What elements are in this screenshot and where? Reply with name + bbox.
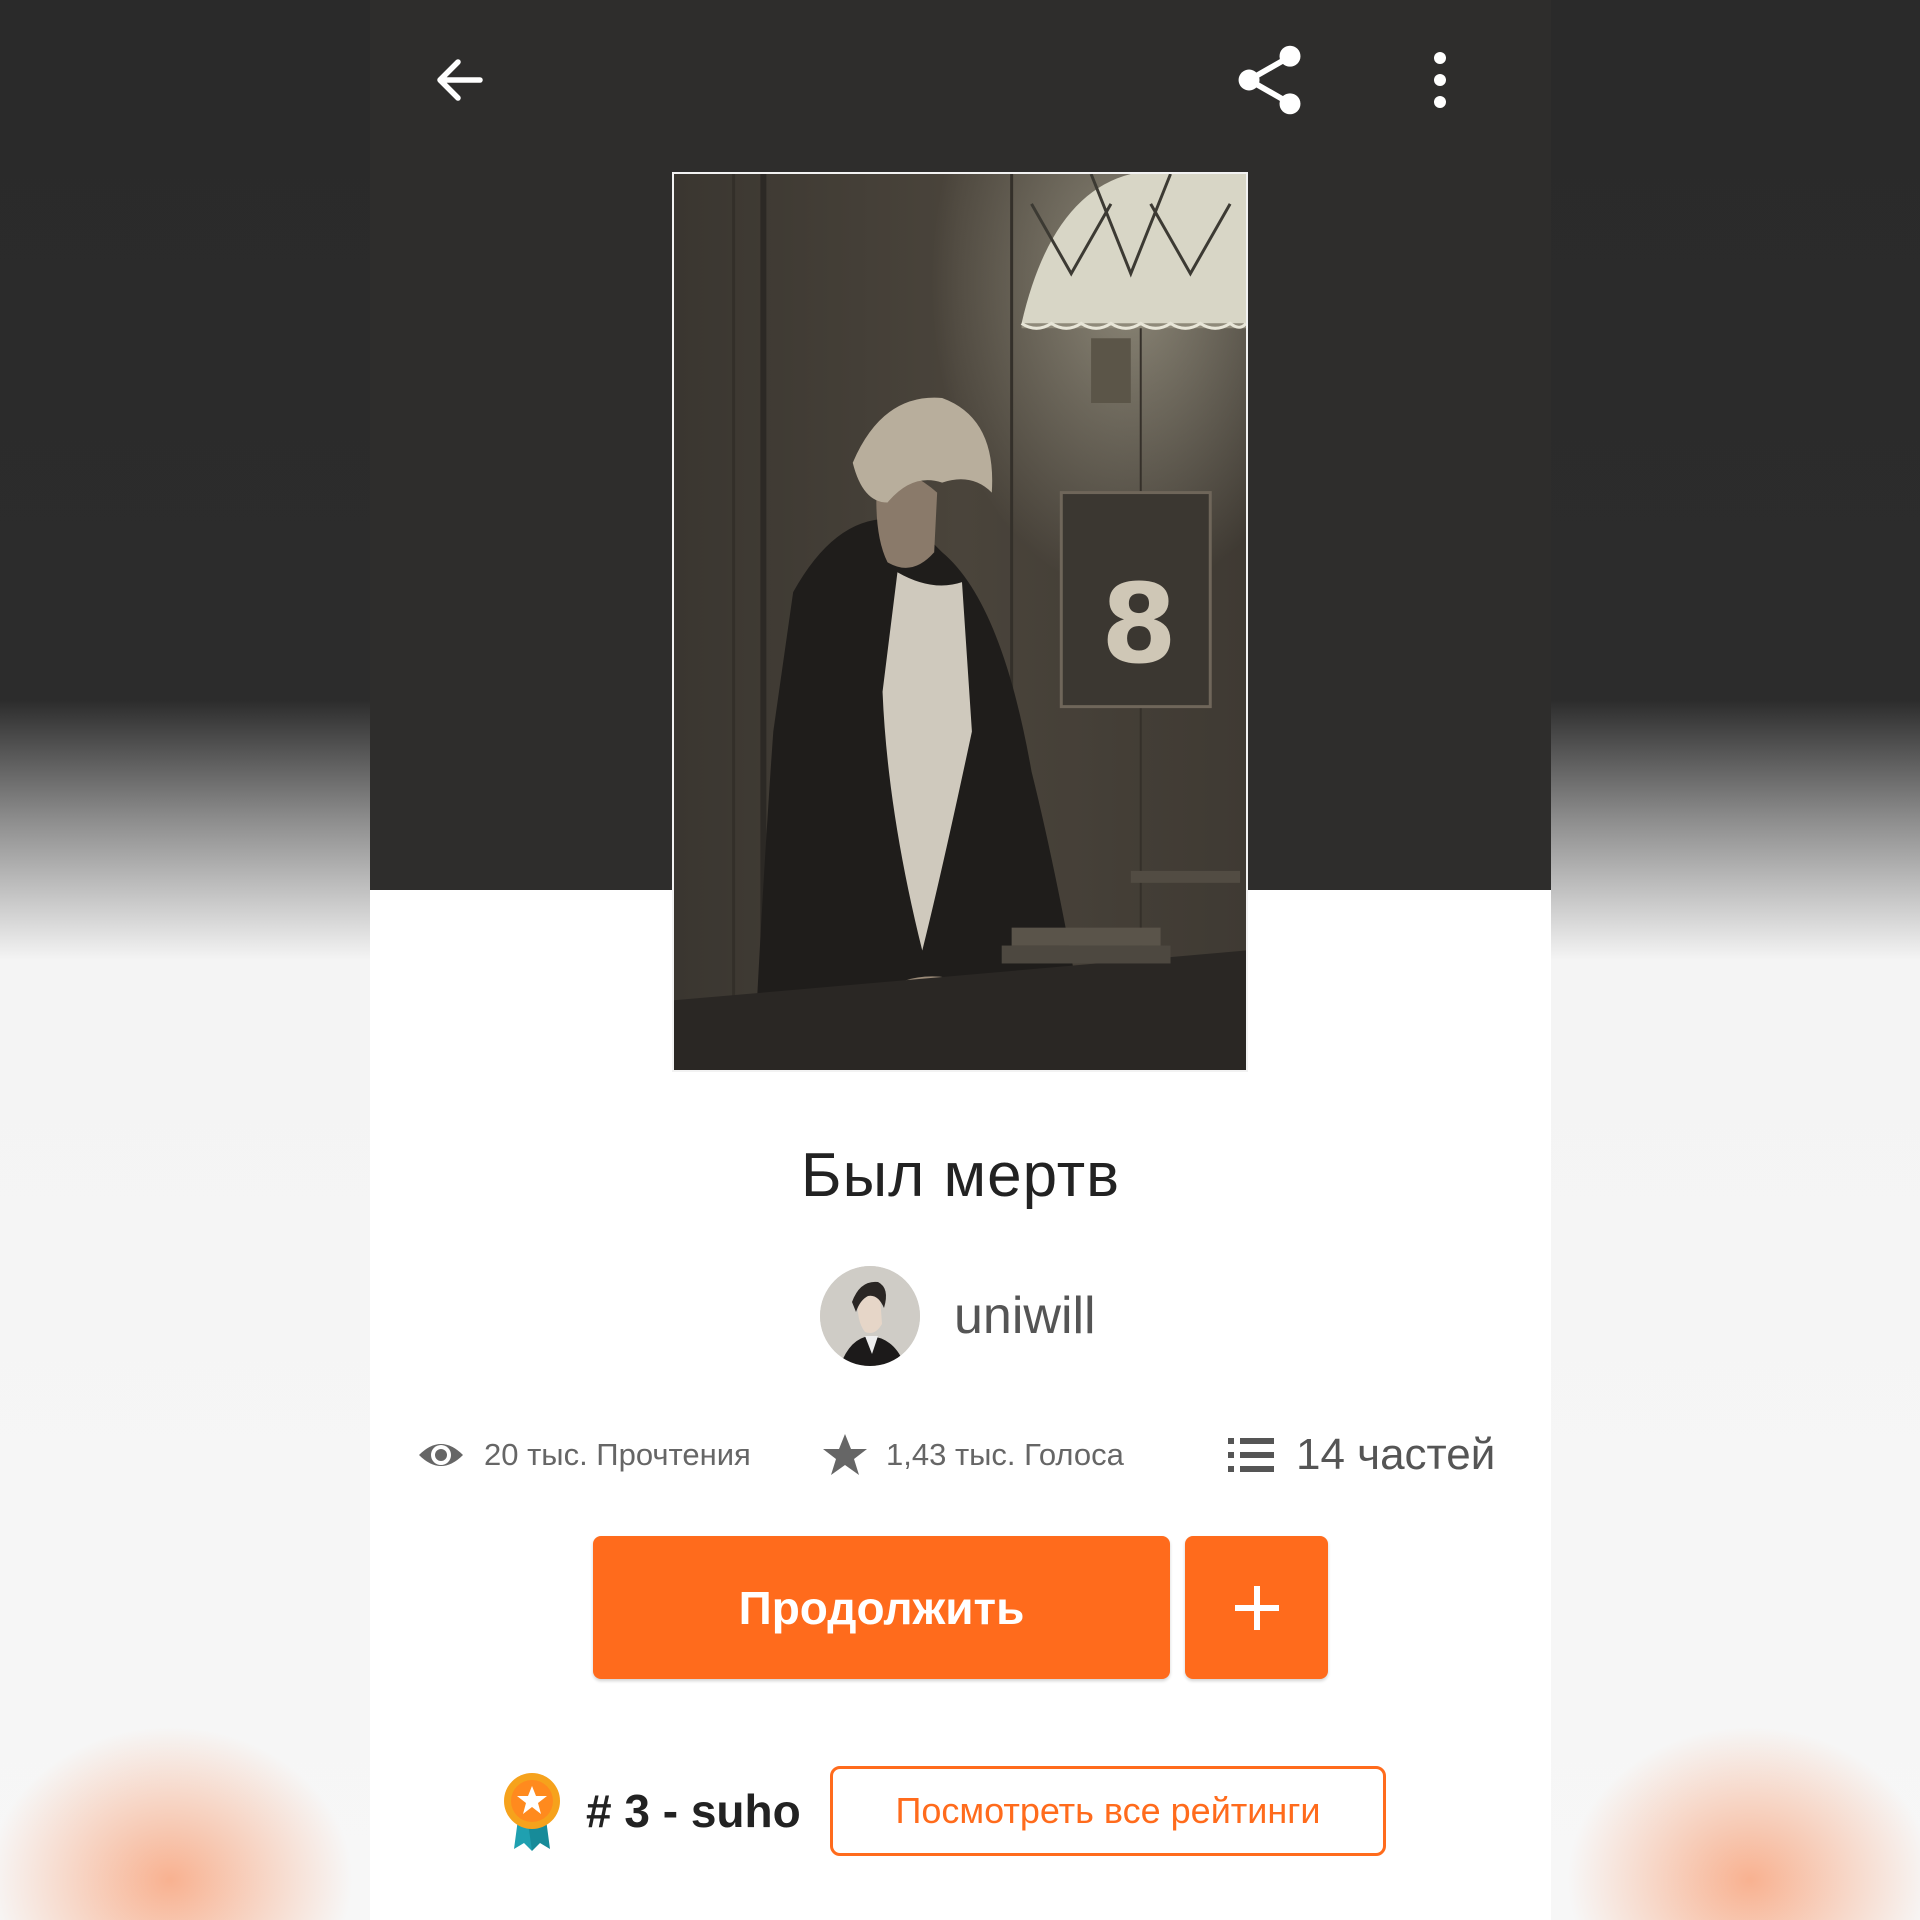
parts-count[interactable]: 14 частей — [1296, 1430, 1495, 1480]
reads-stat: 20 тыс. Прочтения — [416, 1420, 751, 1490]
cover-photo: 8 — [674, 174, 1246, 1070]
more-vertical-icon — [1434, 52, 1446, 108]
award-badge-icon — [504, 1773, 560, 1851]
author-name[interactable]: uniwill — [954, 1286, 1096, 1346]
votes-stat: 1,43 тыс. Голоса — [822, 1420, 1124, 1490]
rank-label: # 3 - suho — [586, 1785, 801, 1837]
eye-icon — [419, 1444, 463, 1466]
story-stats: 20 тыс. Прочтения 1,43 тыс. Голоса 14 ча… — [370, 1420, 1551, 1490]
plus-icon — [1234, 1585, 1279, 1630]
share-icon — [1238, 45, 1301, 115]
votes-count: 1,43 тыс. Голоса — [886, 1437, 1124, 1472]
view-all-rankings-button[interactable]: Посмотреть все рейтинги — [830, 1766, 1386, 1856]
list-icon — [1228, 1438, 1274, 1472]
story-details-screen: 8 Был мертв uniwill 20 тыс. Прочтения 1,… — [370, 0, 1551, 1920]
story-cover-image[interactable]: 8 — [672, 172, 1248, 1072]
story-title: Был мертв — [800, 1141, 1121, 1210]
share-button[interactable] — [1230, 40, 1310, 120]
more-options-button[interactable] — [1400, 40, 1480, 120]
svg-text:8: 8 — [1101, 560, 1177, 688]
arrow-left-icon — [437, 59, 483, 101]
author-link[interactable]: uniwill — [820, 1266, 1096, 1366]
parts-stat[interactable]: 14 частей — [1228, 1420, 1495, 1490]
reads-count: 20 тыс. Прочтения — [484, 1437, 751, 1472]
continue-reading-button[interactable]: Продолжить — [593, 1536, 1170, 1679]
author-avatar[interactable] — [820, 1266, 920, 1366]
star-icon — [823, 1434, 867, 1475]
ranking-info: # 3 - suho — [500, 1766, 801, 1856]
back-button[interactable] — [420, 40, 500, 120]
add-to-library-button[interactable] — [1185, 1536, 1328, 1679]
